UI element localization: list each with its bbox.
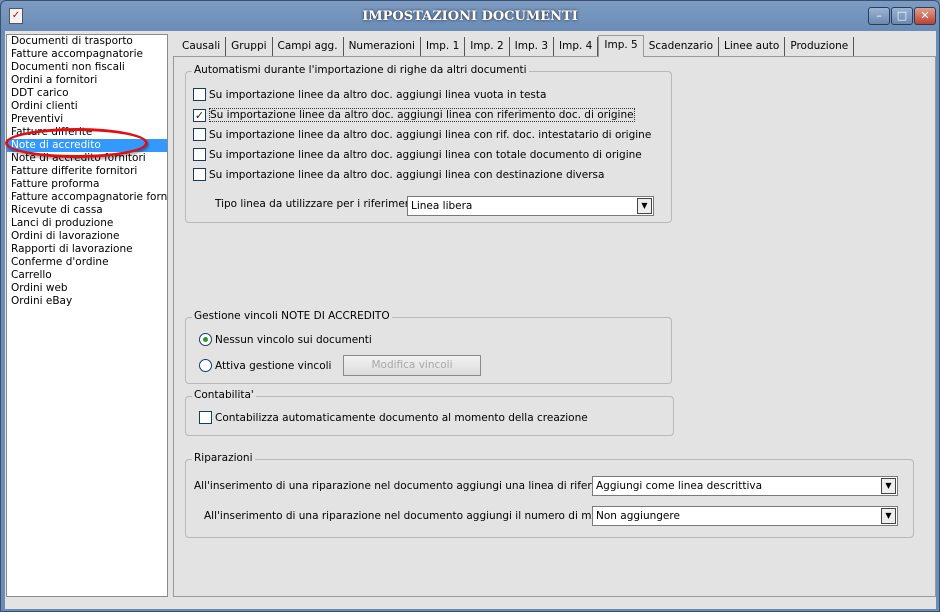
import-option-checkbox[interactable]: Su importazione linee da altro doc. aggi… xyxy=(193,168,604,181)
riparazione-matricola-label: All'inserimento di una riparazione nel d… xyxy=(204,510,638,522)
radio-icon xyxy=(199,359,212,372)
checkbox-icon xyxy=(199,411,212,424)
list-item[interactable]: Note di accredito fornitori xyxy=(7,152,167,165)
riparazioni-legend: Riparazioni xyxy=(192,452,255,464)
list-item[interactable]: Fatture differite xyxy=(7,126,167,139)
tab-imp-3[interactable]: Imp. 3 xyxy=(510,37,555,56)
automatismi-group: Automatismi durante l'importazione di ri… xyxy=(185,64,672,223)
list-item[interactable]: Ordini clienti xyxy=(7,100,167,113)
maximize-button[interactable]: □ xyxy=(891,7,913,25)
radio-label: Attiva gestione vincoli xyxy=(215,359,332,372)
list-item[interactable]: Carrello xyxy=(7,269,167,282)
automatismi-legend: Automatismi durante l'importazione di ri… xyxy=(192,64,529,76)
vincoli-group: Gestione vincoli NOTE DI ACCREDITO Nessu… xyxy=(185,310,672,384)
settings-window: ✓ IMPOSTAZIONI DOCUMENTI – □ ✕ Documenti… xyxy=(0,0,940,612)
tipo-linea-select[interactable]: Linea libera ▼ xyxy=(407,196,654,216)
tab-campi-agg-[interactable]: Campi agg. xyxy=(273,37,344,56)
settings-panel: Causali Gruppi Campi agg. Numerazioni Imp. 1… xyxy=(173,34,936,597)
chevron-down-icon: ▼ xyxy=(881,478,896,494)
tab-produzione[interactable]: Produzione xyxy=(785,37,855,56)
list-item[interactable]: Documenti di trasporto xyxy=(7,35,167,48)
tab-imp-4[interactable]: Imp. 4 xyxy=(554,37,599,56)
checkbox-icon xyxy=(193,88,206,101)
tab-linee-auto[interactable]: Linee auto xyxy=(719,37,786,56)
riparazione-riferimento-label: All'inserimento di una riparazione nel d… xyxy=(194,480,636,492)
radio-attiva-vincoli[interactable]: Attiva gestione vincoli xyxy=(199,359,331,372)
list-item[interactable]: Fatture accompagnatorie fornitori xyxy=(7,191,167,204)
minimize-button[interactable]: – xyxy=(868,7,890,25)
list-item[interactable]: Preventivi xyxy=(7,113,167,126)
list-item[interactable]: Ricevute di cassa xyxy=(7,204,167,217)
riparazioni-group: Riparazioni All'inserimento di una ripar… xyxy=(185,452,914,538)
list-item[interactable]: Ordini web xyxy=(7,282,167,295)
import-option-checkbox[interactable]: Su importazione linee da altro doc. aggi… xyxy=(193,88,546,101)
contabilita-group: Contabilita' Contabilizza automaticament… xyxy=(185,389,674,436)
checkbox-icon xyxy=(193,128,206,141)
list-item[interactable]: Note di accredito xyxy=(7,139,167,152)
radio-nessun-vincolo[interactable]: Nessun vincolo sui documenti xyxy=(199,333,372,346)
tab-bar: Causali Gruppi Campi agg. Numerazioni Imp. 1… xyxy=(177,35,855,57)
contabilizza-checkbox[interactable]: Contabilizza automaticamente documento a… xyxy=(199,411,588,424)
document-type-list[interactable]: Documenti di trasporto Fatture accompagna… xyxy=(6,34,168,597)
checkbox-label: Su importazione linee da altro doc. aggi… xyxy=(209,88,547,101)
vincoli-legend: Gestione vincoli NOTE DI ACCREDITO xyxy=(192,310,392,322)
select-value: Non aggiungere xyxy=(596,510,680,522)
tipo-linea-label: Tipo linea da utilizzare per i riferimen… xyxy=(215,198,426,210)
tab-content-imp5: Automatismi durante l'importazione di ri… xyxy=(173,56,936,597)
riparazione-matricola-select[interactable]: Non aggiungere ▼ xyxy=(592,506,898,526)
checkbox-icon xyxy=(193,148,206,161)
title-bar[interactable]: ✓ IMPOSTAZIONI DOCUMENTI – □ ✕ xyxy=(1,1,939,31)
tab-imp-5[interactable]: Imp. 5 xyxy=(598,35,644,57)
list-item[interactable]: Documenti non fiscali xyxy=(7,61,167,74)
close-button[interactable]: ✕ xyxy=(914,7,936,25)
checkbox-label: Su importazione linee da altro doc. aggi… xyxy=(209,128,652,141)
checkbox-label: Su importazione linee da altro doc. aggi… xyxy=(209,168,605,181)
list-item[interactable]: Lanci di produzione xyxy=(7,217,167,230)
select-value: Aggiungi come linea descrittiva xyxy=(596,480,763,492)
modifica-vincoli-button[interactable]: Modifica vincoli xyxy=(343,355,481,376)
list-item[interactable]: Ordini eBay xyxy=(7,295,167,308)
chevron-down-icon: ▼ xyxy=(881,508,896,524)
list-item[interactable]: Ordini di lavorazione xyxy=(7,230,167,243)
tab-imp-2[interactable]: Imp. 2 xyxy=(465,37,510,56)
list-item[interactable]: Fatture accompagnatorie xyxy=(7,48,167,61)
checkmark-icon: ✓ xyxy=(193,108,206,122)
tab-gruppi[interactable]: Gruppi xyxy=(226,37,273,56)
list-item[interactable]: DDT carico xyxy=(7,87,167,100)
riparazione-riferimento-select[interactable]: Aggiungi come linea descrittiva ▼ xyxy=(592,476,898,496)
tab-causali[interactable]: Causali xyxy=(177,37,227,56)
client-area: Documenti di trasporto Fatture accompagna… xyxy=(5,31,936,609)
tab-numerazioni[interactable]: Numerazioni xyxy=(344,37,421,56)
import-option-checkbox[interactable]: Su importazione linee da altro doc. aggi… xyxy=(193,128,651,141)
contabilita-legend: Contabilita' xyxy=(192,389,256,401)
checkbox-label: Su importazione linee da altro doc. aggi… xyxy=(209,108,635,122)
list-item[interactable]: Ordini a fornitori xyxy=(7,74,167,87)
window-title: IMPOSTAZIONI DOCUMENTI xyxy=(362,9,578,24)
tab-imp-1[interactable]: Imp. 1 xyxy=(421,37,466,56)
radio-selected-icon xyxy=(199,333,212,346)
list-item[interactable]: Rapporti di lavorazione xyxy=(7,243,167,256)
tab-scadenzario[interactable]: Scadenzario xyxy=(644,37,719,56)
checkbox-label: Contabilizza automaticamente documento a… xyxy=(215,411,588,424)
list-item[interactable]: Conferme d'ordine xyxy=(7,256,167,269)
checkbox-label: Su importazione linee da altro doc. aggi… xyxy=(209,148,642,161)
tipo-linea-value: Linea libera xyxy=(411,200,473,212)
list-item[interactable]: Fatture differite fornitori xyxy=(7,165,167,178)
radio-label: Nessun vincolo sui documenti xyxy=(215,333,372,346)
list-item[interactable]: Fatture proforma xyxy=(7,178,167,191)
checkbox-icon xyxy=(193,168,206,181)
import-option-checkbox[interactable]: Su importazione linee da altro doc. aggi… xyxy=(193,148,642,161)
import-option-checkbox[interactable]: ✓ Su importazione linee da altro doc. agg… xyxy=(193,108,635,122)
chevron-down-icon: ▼ xyxy=(637,198,652,214)
